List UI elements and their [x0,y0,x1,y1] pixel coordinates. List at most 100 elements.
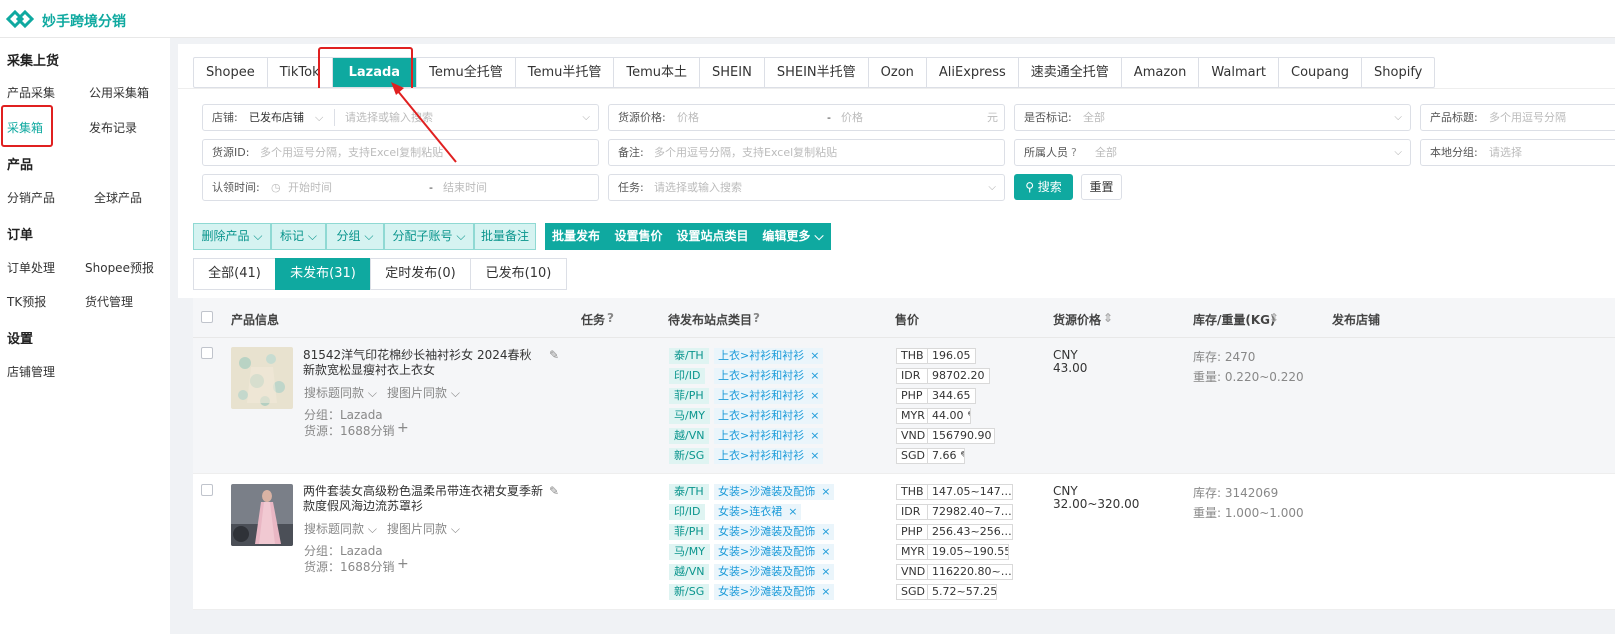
product-image[interactable] [231,347,293,409]
status-tab-unpublished[interactable]: 未发布(31) [275,258,371,290]
tab-shein[interactable]: SHEIN [700,58,765,87]
close-icon[interactable]: × [821,565,830,578]
edit-icon[interactable]: ✎ [964,409,970,422]
close-icon[interactable]: × [821,485,830,498]
note-input[interactable]: 备注: 多个用逗号分隔，支持Excel复制粘贴 [608,139,1005,166]
price-vnd[interactable]: VND 156790.90 ✎ [896,428,995,444]
product-source-link[interactable]: 1688分销 [340,422,395,439]
source-price-range[interactable]: 货源价格: 价格 - 价格 元 [608,104,1005,131]
search-image-same-link[interactable]: 搜图片同款 ⌵ [387,520,460,537]
sort-icon[interactable]: ⇕ [1269,311,1279,325]
tab-temu-semi[interactable]: Temu半托管 [516,58,615,87]
price-php[interactable]: PHP 344.65 ✎ [896,388,976,404]
sidebar-item-tk-forecast[interactable]: TK预报 [7,293,46,310]
edit-icon[interactable]: ✎ [971,349,975,362]
sidebar-item-forwarder[interactable]: 货代管理 [85,293,133,310]
edit-icon[interactable]: ✎ [1012,525,1013,538]
edit-icon[interactable]: ✎ [1012,505,1013,518]
product-title-input[interactable]: 产品标题: 多个用逗号分隔 [1420,104,1615,131]
close-icon[interactable]: × [821,545,830,558]
batch-note-button[interactable]: 批量备注 [474,223,536,250]
status-tab-all[interactable]: 全部(41) [193,258,276,290]
sidebar-item-order-process[interactable]: 订单处理 [7,259,55,276]
group-button[interactable]: 分组 ⌵ [326,223,384,250]
site-category-my[interactable]: 女装>沙滩装及配饰 × [714,544,835,560]
edit-icon[interactable]: ✎ [1012,485,1013,498]
close-icon[interactable]: × [821,585,830,598]
sidebar-item-product-collect[interactable]: 产品采集 [7,84,55,101]
claim-time-range[interactable]: 认领时间: ◷ 开始时间 - 结束时间 [202,174,599,201]
price-myr[interactable]: MYR19.05~190.55 ✎ [896,544,1009,560]
edit-icon[interactable]: ✎ [957,449,964,462]
col-stock-weight[interactable]: 库存/重量(KG) [1193,311,1276,328]
sidebar-item-public-box[interactable]: 公用采集箱 [89,84,149,101]
sidebar-item-distribute-product[interactable]: 分销产品 [7,189,55,206]
assign-subaccount-button[interactable]: 分配子账号 ⌵ [384,223,474,250]
edit-more-button[interactable]: 编辑更多 ⌵ [755,223,831,250]
col-source-price[interactable]: 货源价格 [1053,311,1101,328]
site-category-sg[interactable]: 女装>沙滩装及配饰 × [714,584,835,600]
close-icon[interactable]: × [821,525,830,538]
search-image-same-link[interactable]: 搜图片同款 ⌵ [387,384,460,401]
close-icon[interactable]: × [810,369,819,382]
close-icon[interactable]: × [810,349,819,362]
price-thb[interactable]: THB 196.05 ✎ [896,348,976,364]
price-vnd[interactable]: VND 116220.80~… ✎ [896,564,1013,580]
tab-shein-semi[interactable]: SHEIN半托管 [765,58,869,87]
close-icon[interactable]: × [810,409,819,422]
price-idr[interactable]: IDR 72982.40~7… ✎ [896,504,1013,520]
owner-select[interactable]: 所属人员 ? 全部 ⌵ [1014,139,1411,166]
edit-icon[interactable]: ✎ [992,429,995,442]
site-category-my[interactable]: 上衣>衬衫和衬衫 × [714,408,824,424]
add-icon[interactable]: + [397,556,409,572]
sidebar-item-publish-log[interactable]: 发布记录 [89,119,137,136]
sort-icon[interactable]: ⇕ [1103,311,1113,325]
price-sgd[interactable]: SGD 7.66 ✎ [896,448,965,464]
edit-icon[interactable]: ✎ [1012,565,1013,578]
close-icon[interactable]: × [788,505,797,518]
site-category-ph[interactable]: 女装>沙滩装及配饰 × [714,524,835,540]
task-select[interactable]: 任务: 请选择或输入搜索 ⌵ [608,174,1005,201]
shop-select[interactable]: 店铺: 已发布店铺 ⌵ 请选择或输入搜索 ⌵ [202,104,599,131]
row-checkbox[interactable] [201,484,213,496]
status-tab-scheduled[interactable]: 定时发布(0) [370,258,471,290]
site-category-id[interactable]: 女装>连衣裙 × [714,504,802,520]
sidebar-item-global-product[interactable]: 全球产品 [94,189,142,206]
site-category-ph[interactable]: 上衣>衬衫和衬衫 × [714,388,824,404]
tab-shopify[interactable]: Shopify [1362,58,1434,87]
tab-temu-full[interactable]: Temu全托管 [417,58,516,87]
price-idr[interactable]: IDR 98702.20 ✎ [896,368,990,384]
edit-icon[interactable]: ✎ [985,369,989,382]
close-icon[interactable]: × [810,429,819,442]
select-all-checkbox[interactable] [201,311,213,323]
sidebar-item-shop-manage[interactable]: 店铺管理 [7,363,55,380]
local-group-select[interactable]: 本地分组: 请选择 [1420,139,1615,166]
site-category-sg[interactable]: 上衣>衬衫和衬衫 × [714,448,824,464]
marked-select[interactable]: 是否标记: 全部 ⌵ [1014,104,1411,131]
edit-icon[interactable]: ✎ [971,389,975,402]
reset-button[interactable]: 重置 [1081,174,1122,200]
mark-button[interactable]: 标记 ⌵ [271,223,326,250]
site-category-vn[interactable]: 女装>沙滩装及配饰 × [714,564,835,580]
set-price-button[interactable]: 设置售价 [607,223,670,250]
sidebar-item-shopee-forecast[interactable]: Shopee预报 [85,259,154,276]
tab-amazon[interactable]: Amazon [1122,58,1200,87]
site-category-id[interactable]: 上衣>衬衫和衬衫 × [714,368,824,384]
site-category-th[interactable]: 上衣>衬衫和衬衫 × [714,348,824,364]
tab-coupang[interactable]: Coupang [1279,58,1363,87]
price-php[interactable]: PHP 256.43~256… ✎ [896,524,1013,540]
tab-temu-local[interactable]: Temu本土 [614,58,701,87]
status-tab-published[interactable]: 已发布(10) [470,258,567,290]
edit-icon[interactable]: ✎ [549,484,559,498]
tab-walmart[interactable]: Walmart [1199,58,1280,87]
row-checkbox[interactable] [201,347,213,359]
tab-aliexpress-full[interactable]: 速卖通全托管 [1019,58,1122,87]
add-icon[interactable]: + [397,420,409,436]
search-title-same-link[interactable]: 搜标题同款 ⌵ [304,520,377,537]
site-category-vn[interactable]: 上衣>衬衫和衬衫 × [714,428,824,444]
close-icon[interactable]: × [810,389,819,402]
close-icon[interactable]: × [810,449,819,462]
tab-shopee[interactable]: Shopee [194,58,268,87]
batch-publish-button[interactable]: 批量发布 [545,223,607,250]
search-title-same-link[interactable]: 搜标题同款 ⌵ [304,384,377,401]
